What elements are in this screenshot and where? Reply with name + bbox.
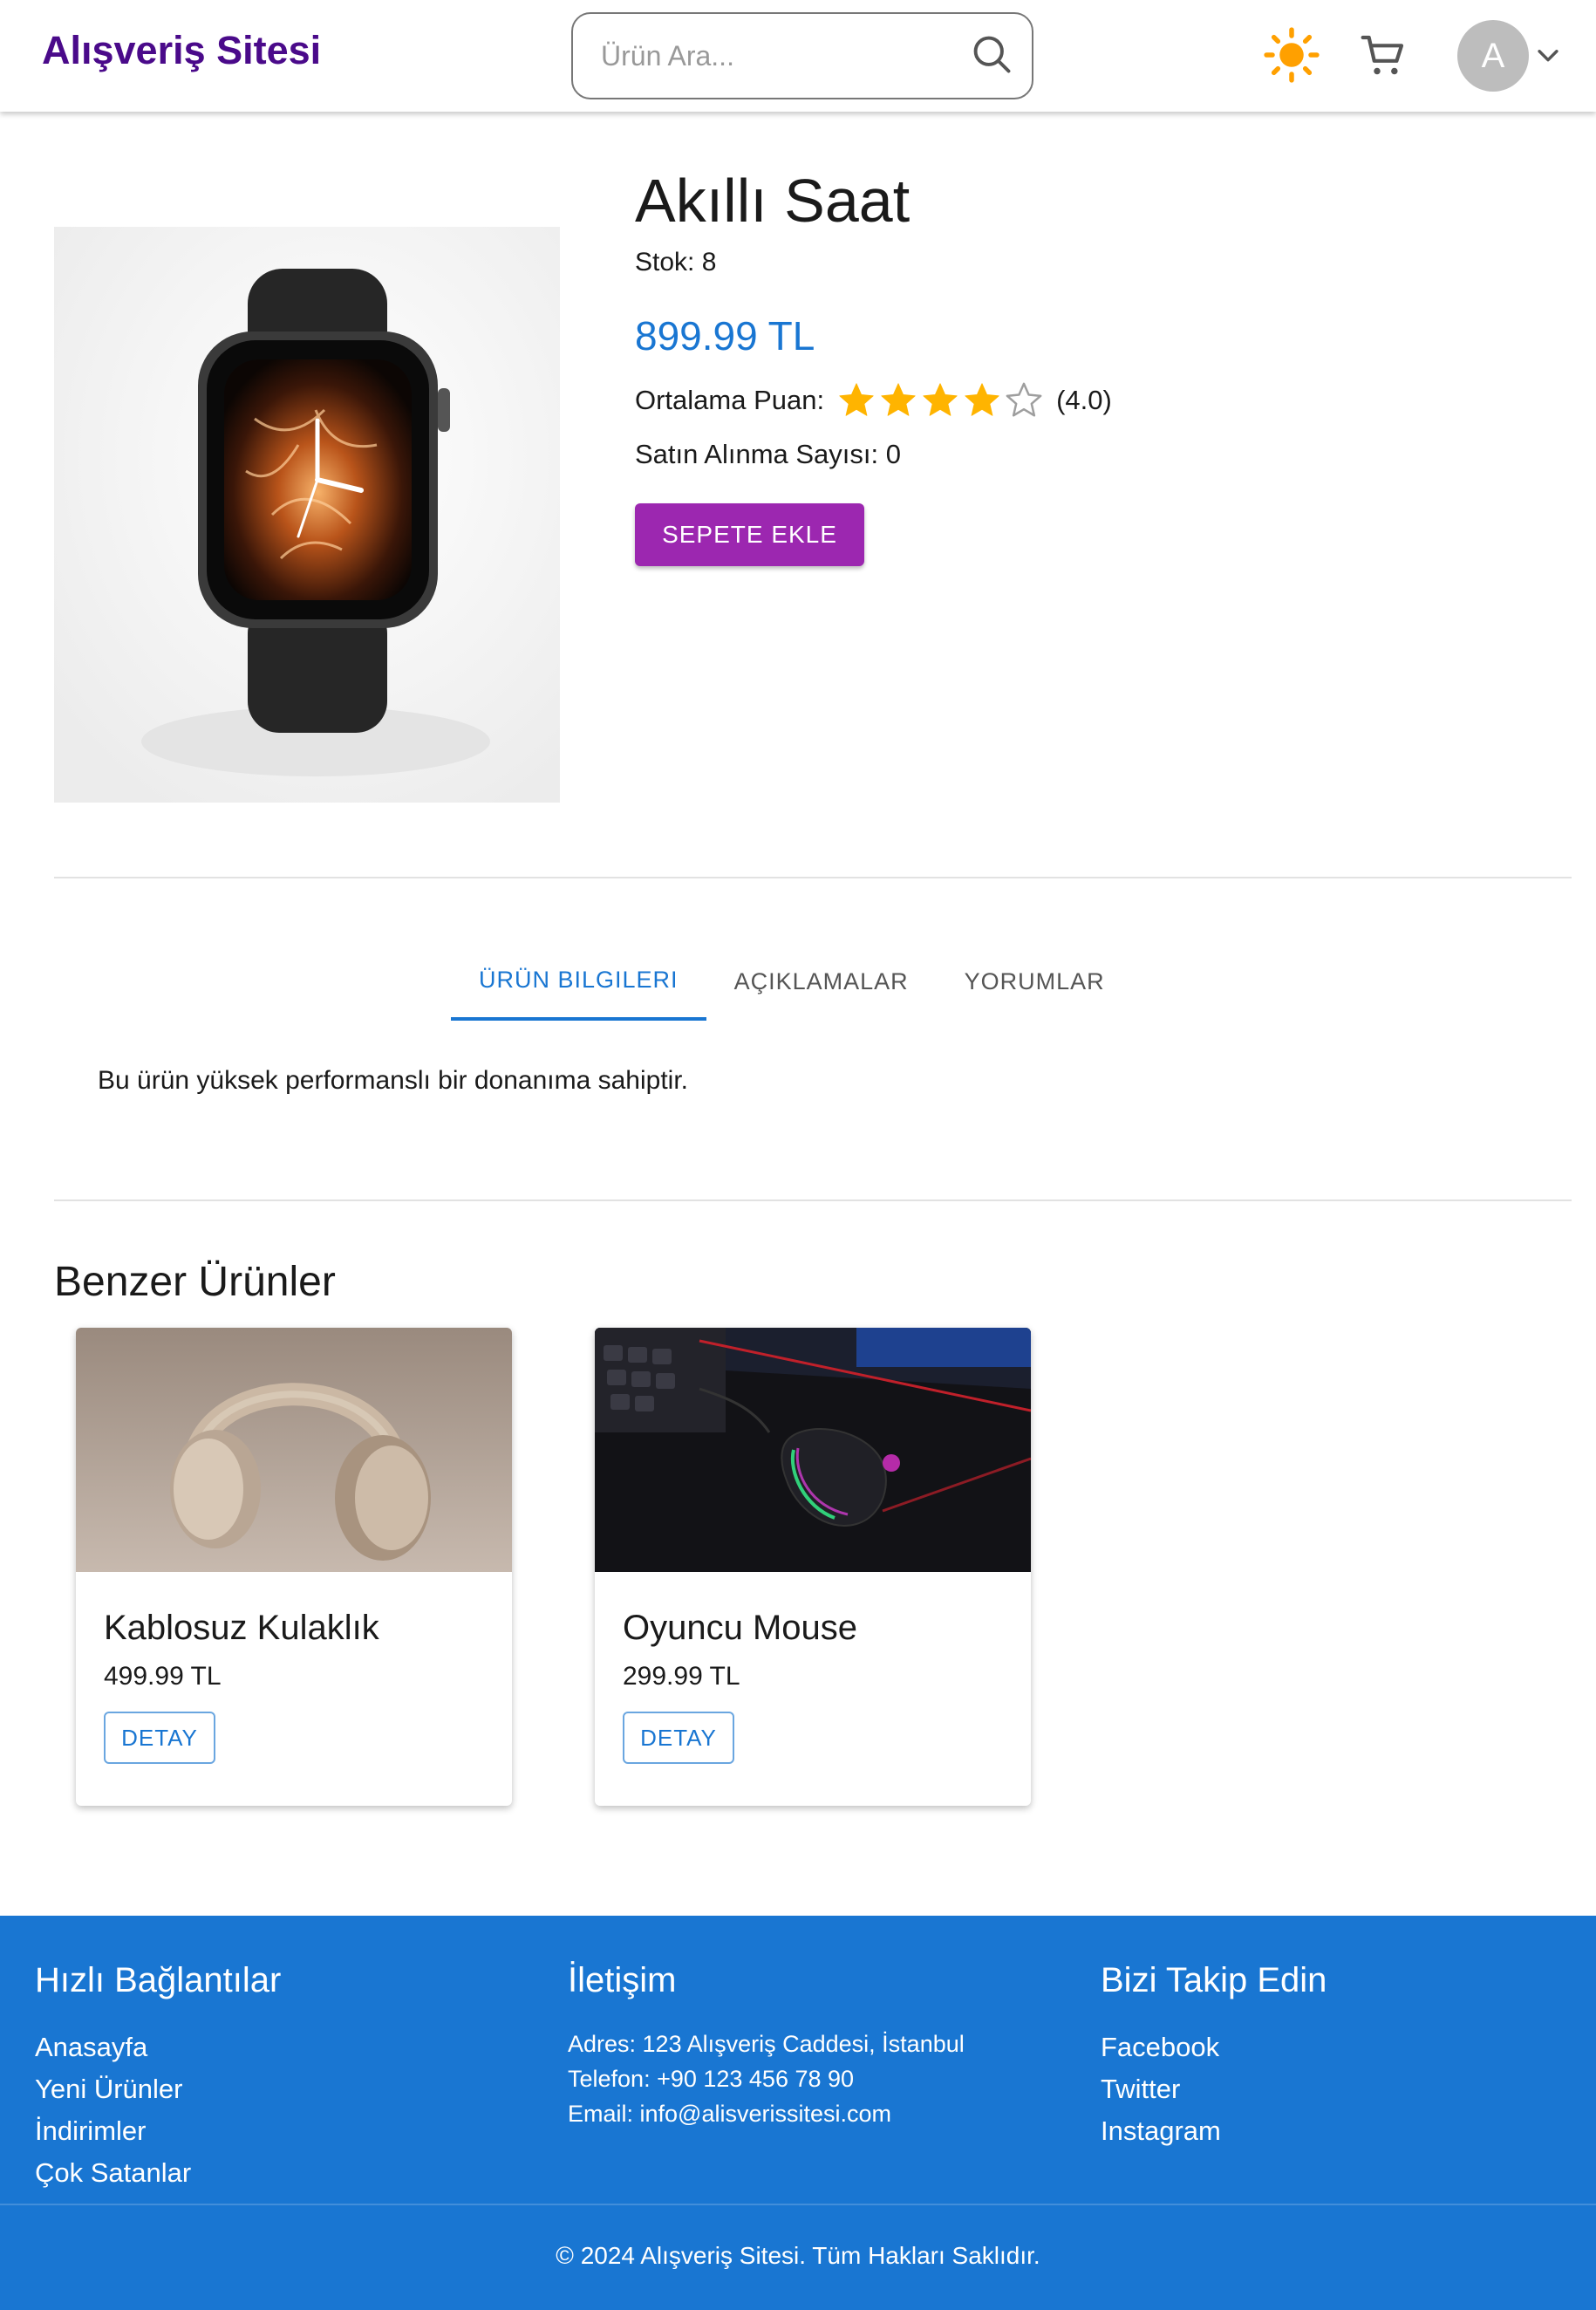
sales-count: Satın Alınma Sayısı: 0	[635, 439, 901, 469]
top-app-bar: Alışveriş Sitesi A	[0, 0, 1596, 112]
footer-link-instagram[interactable]: Instagram	[1101, 2110, 1327, 2152]
rating-row: Ortalama Puan: (4.0)	[635, 380, 1112, 420]
gaming-mouse-image	[595, 1328, 1031, 1572]
product-image	[54, 227, 560, 803]
stock-text: Stok: 8	[635, 248, 717, 277]
contact-email: Email: info@alisverissitesi.com	[568, 2101, 891, 2127]
card-price: 499.99 TL	[104, 1662, 222, 1691]
card-price: 299.99 TL	[623, 1662, 740, 1691]
rating-stars	[836, 380, 1046, 420]
rating-value: (4.0)	[1056, 385, 1112, 415]
detail-button[interactable]: DETAY	[623, 1712, 734, 1764]
footer-link-facebook[interactable]: Facebook	[1101, 2026, 1327, 2068]
tab-descriptions[interactable]: AÇIKLAMALAR	[706, 942, 937, 1021]
footer-divider	[0, 2204, 1596, 2205]
footer-heading: İletişim	[568, 1961, 677, 1999]
star-filled-icon	[923, 383, 958, 416]
contact-phone: Telefon: +90 123 456 78 90	[568, 2066, 855, 2092]
rating-label: Ortalama Puan:	[635, 385, 825, 415]
add-to-cart-button[interactable]: SEPETE EKLE	[635, 503, 864, 566]
product-card-mouse[interactable]: Oyuncu Mouse 299.99 TL DETAY	[595, 1328, 1031, 1806]
footer-link-home[interactable]: Anasayfa	[35, 2026, 281, 2068]
footer-follow: Bizi Takip Edin Facebook Twitter Instagr…	[1101, 1961, 1327, 2152]
card-title: Oyuncu Mouse	[623, 1609, 858, 1647]
divider	[54, 877, 1572, 878]
product-tabs: ÜRÜN BILGILERI AÇIKLAMALAR YORUMLAR	[451, 942, 1133, 1021]
product-title: Akıllı Saat	[635, 167, 911, 235]
tab-content-text: Bu ürün yüksek performanslı bir donanıma…	[98, 1066, 689, 1095]
product-price: 899.99 TL	[635, 313, 815, 359]
product-card-headphones[interactable]: Kablosuz Kulaklık 499.99 TL DETAY	[76, 1328, 512, 1806]
avatar[interactable]: A	[1457, 20, 1529, 92]
star-filled-icon	[881, 383, 916, 416]
similar-products-title: Benzer Ürünler	[54, 1259, 336, 1305]
cart-icon[interactable]	[1359, 31, 1408, 80]
search-box[interactable]	[571, 12, 1033, 99]
divider	[54, 1199, 1572, 1201]
footer-link-discounts[interactable]: İndirimler	[35, 2110, 281, 2152]
sun-icon[interactable]	[1263, 26, 1320, 84]
star-filled-icon	[965, 383, 999, 416]
footer-quick-links: Hızlı Bağlantılar Anasayfa Yeni Ürünler …	[35, 1961, 281, 2194]
site-logo[interactable]: Alışveriş Sitesi	[42, 28, 321, 73]
star-empty-icon	[1006, 382, 1042, 417]
search-input[interactable]	[601, 14, 967, 98]
footer-heading: Hızlı Bağlantılar	[35, 1961, 282, 1999]
tab-reviews[interactable]: YORUMLAR	[937, 942, 1133, 1021]
contact-address: Adres: 123 Alışveriş Caddesi, İstanbul	[568, 2031, 965, 2057]
tab-product-info[interactable]: ÜRÜN BILGILERI	[451, 942, 706, 1021]
chevron-down-icon[interactable]	[1533, 40, 1563, 70]
footer-link-best-sellers[interactable]: Çok Satanlar	[35, 2152, 281, 2194]
search-icon[interactable]	[969, 31, 1014, 77]
copyright-text: © 2024 Alışveriş Sitesi. Tüm Hakları Sak…	[556, 2242, 1040, 2269]
star-filled-icon	[839, 383, 874, 416]
headphones-image	[76, 1328, 512, 1572]
footer-link-new-products[interactable]: Yeni Ürünler	[35, 2068, 281, 2110]
footer-heading: Bizi Takip Edin	[1101, 1961, 1327, 1999]
footer-link-twitter[interactable]: Twitter	[1101, 2068, 1327, 2110]
footer: Hızlı Bağlantılar Anasayfa Yeni Ürünler …	[0, 1916, 1596, 2310]
footer-contact: İletişim Adres: 123 Alışveriş Caddesi, İ…	[568, 1961, 965, 2131]
detail-button[interactable]: DETAY	[104, 1712, 215, 1764]
card-title: Kablosuz Kulaklık	[104, 1609, 379, 1647]
